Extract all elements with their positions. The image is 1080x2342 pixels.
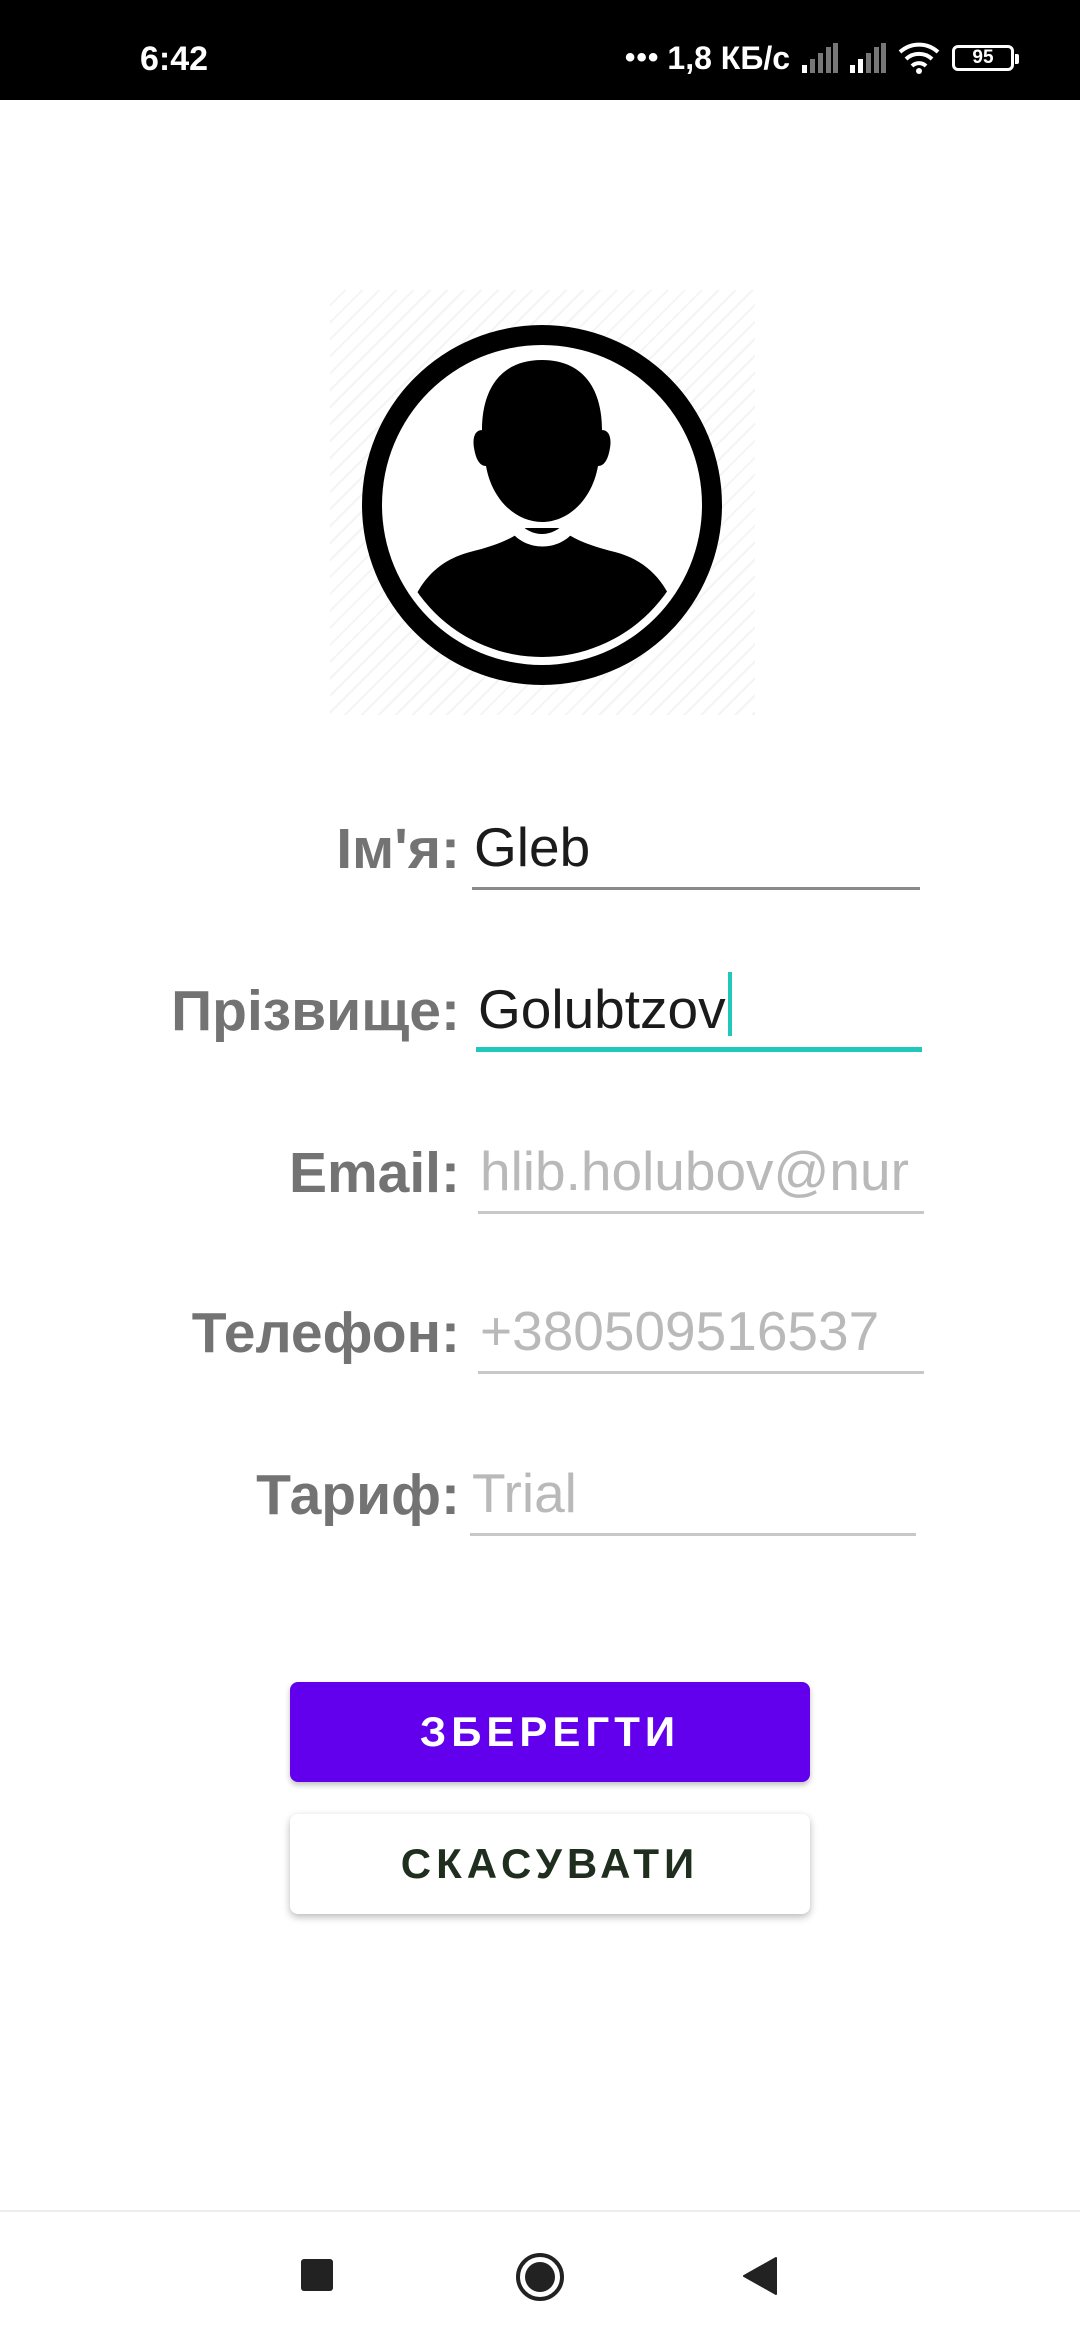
status-bar: 6:42 ••• 1,8 КБ/с 95 [0, 0, 1080, 100]
navigation-bar [0, 2210, 1080, 2342]
square-icon [301, 2259, 333, 2291]
circle-icon [516, 2253, 564, 2301]
back-button[interactable] [742, 2256, 778, 2301]
phone-field[interactable]: +380509516537 [478, 1294, 924, 1374]
last-name-label: Прізвище: [171, 979, 460, 1043]
save-button[interactable]: ЗБЕРЕГТИ [290, 1682, 810, 1782]
first-name-label: Ім'я: [336, 817, 460, 881]
recents-button[interactable] [300, 2258, 334, 2297]
email-row: Email: hlib.holubov@nur [0, 1114, 1080, 1234]
last-name-value: Golubtzov [478, 978, 726, 1040]
first-name-input[interactable]: Gleb [472, 810, 920, 890]
battery-icon: 95 [952, 45, 1019, 71]
back-triangle-icon [743, 2257, 777, 2295]
user-profile-icon [362, 325, 722, 685]
wifi-icon [898, 42, 940, 74]
phone-label: Телефон: [191, 1301, 460, 1365]
first-name-row: Ім'я: Gleb [0, 790, 1080, 910]
tariff-row: Тариф: Trial [0, 1436, 1080, 1556]
first-name-value: Gleb [474, 816, 591, 878]
signal-icon [802, 43, 838, 73]
last-name-row: Прізвище: Golubtzov [0, 952, 1080, 1072]
phone-row: Телефон: +380509516537 [0, 1274, 1080, 1394]
battery-level: 95 [972, 47, 994, 68]
status-icons: ••• 1,8 КБ/с 95 [624, 38, 1019, 78]
home-button[interactable] [515, 2252, 565, 2307]
email-field[interactable]: hlib.holubov@nur [478, 1134, 924, 1214]
email-placeholder: hlib.holubov@nur [480, 1140, 909, 1202]
status-time: 6:42 [140, 40, 209, 78]
email-label: Email: [288, 1141, 460, 1205]
cancel-button[interactable]: СКАСУВАТИ [290, 1814, 810, 1914]
tariff-placeholder: Trial [472, 1462, 577, 1524]
profile-avatar[interactable] [330, 290, 755, 715]
text-cursor [727, 972, 732, 1036]
phone-placeholder: +380509516537 [480, 1300, 880, 1362]
last-name-input[interactable]: Golubtzov [476, 972, 922, 1052]
signal-icon-2 [850, 43, 886, 73]
tariff-field[interactable]: Trial [470, 1456, 916, 1536]
network-speed: 1,8 КБ/с [667, 39, 790, 76]
tariff-label: Тариф: [256, 1463, 460, 1527]
more-notifications-icon: ••• [624, 41, 660, 74]
